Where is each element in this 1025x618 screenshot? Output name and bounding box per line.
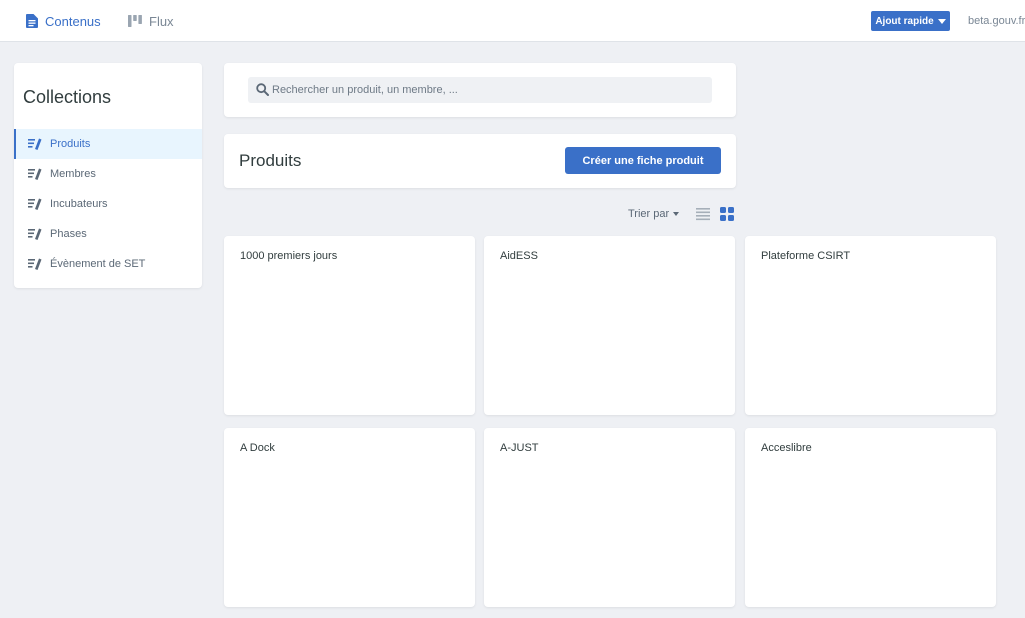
sidebar-item-label: Produits bbox=[50, 138, 91, 150]
sort-dropdown[interactable]: Trier par bbox=[628, 207, 680, 221]
file-text-icon bbox=[26, 14, 38, 28]
nav-flux-link[interactable]: Flux bbox=[128, 0, 174, 42]
entry-card-title: A Dock bbox=[240, 442, 275, 454]
sidebar-item-membres[interactable]: Membres bbox=[14, 159, 202, 189]
collection-header: Produits Créer une fiche produit bbox=[224, 134, 736, 188]
quick-add-label: Ajout rapide bbox=[875, 15, 934, 27]
collections-list: Produits Membres Incubateurs Phases Évèn… bbox=[14, 129, 202, 279]
entry-card-title: Acceslibre bbox=[761, 442, 812, 454]
collection-icon bbox=[28, 168, 42, 180]
collection-icon bbox=[28, 228, 42, 240]
search-box bbox=[248, 77, 712, 103]
caret-down-icon bbox=[937, 18, 946, 24]
sidebar-item-label: Évènement de SET bbox=[50, 258, 146, 270]
sort-label: Trier par bbox=[628, 208, 670, 220]
entry-card[interactable]: A Dock bbox=[224, 428, 475, 607]
nav-contenus-label: Contenus bbox=[45, 13, 101, 29]
entry-card-title: 1000 premiers jours bbox=[240, 250, 338, 262]
search-input[interactable] bbox=[272, 77, 702, 103]
create-entry-button[interactable]: Créer une fiche produit bbox=[565, 147, 721, 174]
nav-contenus-link[interactable]: Contenus bbox=[26, 0, 101, 42]
sidebar-item-produits[interactable]: Produits bbox=[14, 129, 202, 159]
list-view-toggle[interactable] bbox=[696, 207, 710, 226]
kanban-icon bbox=[128, 15, 142, 27]
sidebar-item-incubateurs[interactable]: Incubateurs bbox=[14, 189, 202, 219]
entry-card-title: Plateforme CSIRT bbox=[761, 250, 851, 262]
sidebar-item-label: Incubateurs bbox=[50, 198, 108, 210]
sidebar-title: Collections bbox=[23, 87, 112, 107]
collection-icon bbox=[28, 198, 42, 210]
collection-icon bbox=[28, 258, 42, 270]
nav-flux-label: Flux bbox=[149, 13, 174, 29]
entry-card[interactable]: Plateforme CSIRT bbox=[745, 236, 996, 415]
entry-card[interactable]: A-JUST bbox=[484, 428, 735, 607]
entry-card[interactable]: 1000 premiers jours bbox=[224, 236, 475, 415]
entry-card-title: A-JUST bbox=[500, 442, 539, 454]
collections-sidebar: Collections Produits Membres Incubateurs… bbox=[14, 63, 202, 288]
sidebar-item-label: Phases bbox=[50, 228, 87, 240]
page-title: Produits bbox=[239, 151, 302, 170]
grid-icon bbox=[720, 207, 734, 225]
grid-view-toggle[interactable] bbox=[720, 207, 734, 226]
site-link[interactable]: beta.gouv.fr bbox=[968, 0, 1025, 42]
entry-card-title: AidESS bbox=[500, 250, 538, 262]
quick-add-button[interactable]: Ajout rapide bbox=[871, 11, 950, 31]
sidebar-item-evenement-de-set[interactable]: Évènement de SET bbox=[14, 249, 202, 279]
top-bar: Contenus Flux Ajout rapide beta.gouv.fr bbox=[0, 0, 1025, 42]
entry-card[interactable]: AidESS bbox=[484, 236, 735, 415]
search-panel bbox=[224, 63, 736, 117]
sidebar-item-label: Membres bbox=[50, 168, 96, 180]
collection-icon bbox=[28, 138, 42, 150]
list-icon bbox=[696, 208, 710, 225]
chevron-down-icon bbox=[673, 212, 680, 216]
entry-card[interactable]: Acceslibre bbox=[745, 428, 996, 607]
sidebar-item-phases[interactable]: Phases bbox=[14, 219, 202, 249]
